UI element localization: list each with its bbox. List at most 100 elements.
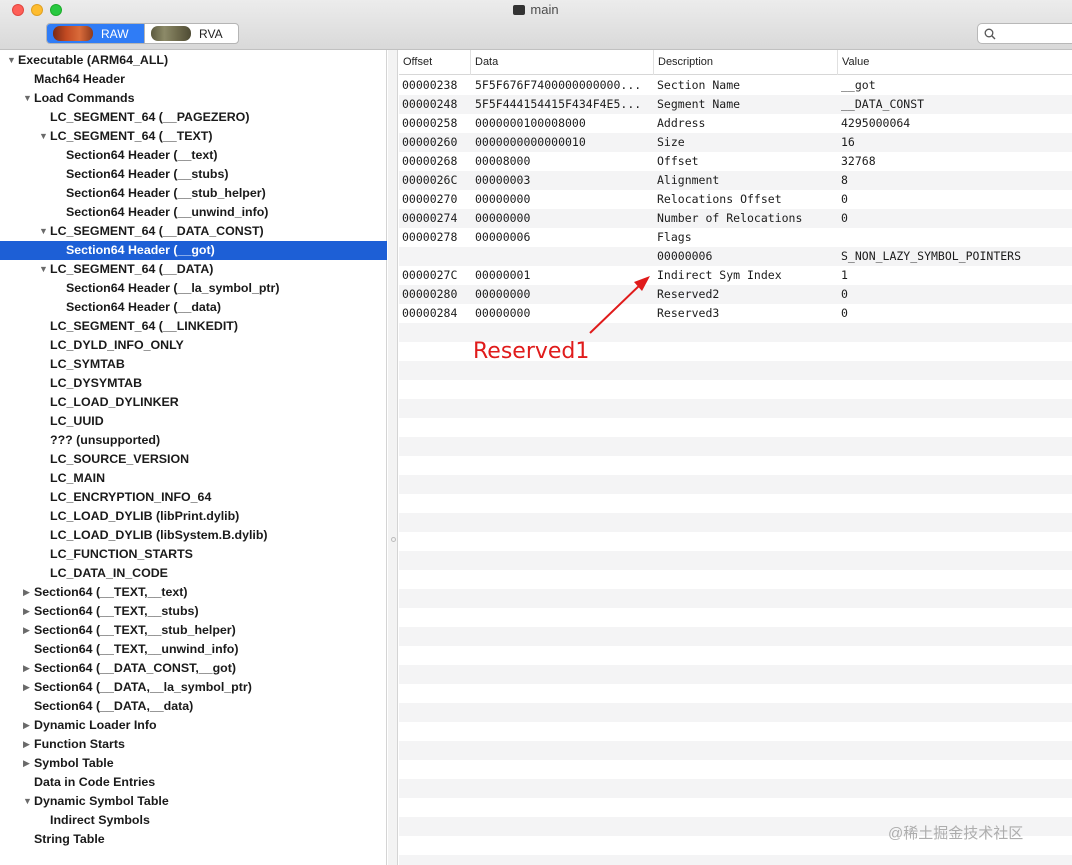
table-row[interactable]: 00000260 0000000000000010 Size 16 <box>399 133 1072 152</box>
tree-item[interactable]: Section64 (__DATA,__data) <box>0 697 387 716</box>
tree-item[interactable]: ??? (unsupported) <box>0 431 387 450</box>
tree-item[interactable]: Mach64 Header <box>0 70 387 89</box>
split-view-divider[interactable] <box>388 50 398 865</box>
tree-item-label: LC_SEGMENT_64 (__LINKEDIT) <box>50 319 238 333</box>
tree-item-label: LC_SEGMENT_64 (__PAGEZERO) <box>50 110 250 124</box>
tree-item[interactable]: LC_DYSYMTAB <box>0 374 387 393</box>
tree-item[interactable]: ▶ Section64 (__TEXT,__stub_helper) <box>0 621 387 640</box>
tree-item[interactable]: Section64 Header (__text) <box>0 146 387 165</box>
tree-item[interactable]: LC_LOAD_DYLIB (libPrint.dylib) <box>0 507 387 526</box>
disclosure-closed-icon[interactable]: ▶ <box>23 583 33 602</box>
rva-mode-icon <box>151 26 191 41</box>
tree-item[interactable]: ▶ Function Starts <box>0 735 387 754</box>
tree-item-label: LC_SEGMENT_64 (__DATA_CONST) <box>50 224 264 238</box>
tree-item[interactable]: ▶ Section64 (__TEXT,__text) <box>0 583 387 602</box>
tree-item-label: Load Commands <box>34 91 135 105</box>
table-row[interactable]: 00000280 00000000 Reserved2 0 <box>399 285 1072 304</box>
tree-item[interactable]: ▶ Section64 (__DATA_CONST,__got) <box>0 659 387 678</box>
tree-item[interactable]: ▶ Symbol Table <box>0 754 387 773</box>
tree-item[interactable]: LC_MAIN <box>0 469 387 488</box>
tree-item[interactable]: ▼ Executable (ARM64_ALL) <box>0 51 387 70</box>
window-title-text: main <box>530 2 559 17</box>
tree-item[interactable]: ▼ Load Commands <box>0 89 387 108</box>
disclosure-open-icon[interactable]: ▼ <box>23 792 33 811</box>
tree-item[interactable]: LC_LOAD_DYLIB (libSystem.B.dylib) <box>0 526 387 545</box>
column-header-value[interactable]: Value <box>838 50 1072 75</box>
tree-item[interactable]: LC_SEGMENT_64 (__LINKEDIT) <box>0 317 387 336</box>
table-row[interactable]: 00000284 00000000 Reserved3 0 <box>399 304 1072 323</box>
tree-item[interactable]: String Table <box>0 830 387 849</box>
tree-item-label: Symbol Table <box>34 756 114 770</box>
disclosure-closed-icon[interactable]: ▶ <box>23 621 33 640</box>
tree-item[interactable]: LC_LOAD_DYLINKER <box>0 393 387 412</box>
table-row[interactable]: 00000248 5F5F444154415F434F4E5... Segment … <box>399 95 1072 114</box>
disclosure-open-icon[interactable]: ▼ <box>7 51 17 70</box>
cell-value: 0 <box>841 192 848 206</box>
table-row[interactable]: 00000270 00000000 Relocations Offset 0 <box>399 190 1072 209</box>
cell-description: Segment Name <box>657 97 741 111</box>
cell-description: 00000006 <box>657 249 713 263</box>
rva-mode-button[interactable]: RVA <box>144 24 238 43</box>
tree-item[interactable]: Section64 Header (__unwind_info) <box>0 203 387 222</box>
tree-item[interactable]: LC_SYMTAB <box>0 355 387 374</box>
disclosure-open-icon[interactable]: ▼ <box>39 222 49 241</box>
tree-item[interactable]: LC_SOURCE_VERSION <box>0 450 387 469</box>
tree-item[interactable]: Section64 Header (__stubs) <box>0 165 387 184</box>
tree-item-label: LC_SEGMENT_64 (__DATA) <box>50 262 214 276</box>
table-row[interactable]: 0000027C 00000001 Indirect Sym Index 1 <box>399 266 1072 285</box>
tree-item[interactable]: Section64 Header (__data) <box>0 298 387 317</box>
column-header-offset[interactable]: Offset <box>399 50 471 75</box>
tree-item[interactable]: Section64 (__TEXT,__unwind_info) <box>0 640 387 659</box>
divider-handle-icon[interactable] <box>391 537 396 542</box>
table-row[interactable]: 00000278 00000006 Flags <box>399 228 1072 247</box>
tree-item-label: Dynamic Loader Info <box>34 718 157 732</box>
table-row[interactable]: 00000268 00008000 Offset 32768 <box>399 152 1072 171</box>
raw-mode-button[interactable]: RAW <box>47 24 144 43</box>
tree-item[interactable]: ▼ LC_SEGMENT_64 (__DATA) <box>0 260 387 279</box>
tree-item[interactable]: ▶ Section64 (__TEXT,__stubs) <box>0 602 387 621</box>
disclosure-closed-icon[interactable]: ▶ <box>23 716 33 735</box>
cell-description: Number of Relocations <box>657 211 803 225</box>
tree-item[interactable]: Section64 Header (__la_symbol_ptr) <box>0 279 387 298</box>
table-row[interactable]: 0000026C 00000003 Alignment 8 <box>399 171 1072 190</box>
cell-value: __got <box>841 78 876 92</box>
tree-item[interactable]: ▶ Section64 (__DATA,__la_symbol_ptr) <box>0 678 387 697</box>
tree-item[interactable]: ▼ LC_SEGMENT_64 (__DATA_CONST) <box>0 222 387 241</box>
terminal-icon <box>513 5 526 15</box>
disclosure-closed-icon[interactable]: ▶ <box>23 659 33 678</box>
tree-item-label: ??? (unsupported) <box>50 433 161 447</box>
tree-item[interactable]: LC_ENCRYPTION_INFO_64 <box>0 488 387 507</box>
column-header-description[interactable]: Description <box>654 50 838 75</box>
table-row[interactable]: 00000238 5F5F676F7400000000000... Section … <box>399 76 1072 95</box>
tree-item-label: Mach64 Header <box>34 72 125 86</box>
tree-item[interactable]: LC_UUID <box>0 412 387 431</box>
tree-item-label: LC_UUID <box>50 414 104 428</box>
search-input[interactable] <box>977 23 1072 44</box>
disclosure-open-icon[interactable]: ▼ <box>39 127 49 146</box>
table-row[interactable]: 00000274 00000000 Number of Relocations 0 <box>399 209 1072 228</box>
tree-item[interactable]: Data in Code Entries <box>0 773 387 792</box>
tree-item[interactable]: Section64 Header (__stub_helper) <box>0 184 387 203</box>
disclosure-closed-icon[interactable]: ▶ <box>23 735 33 754</box>
disclosure-closed-icon[interactable]: ▶ <box>23 602 33 621</box>
cell-data: 00000000 <box>475 306 531 320</box>
tree-item[interactable]: Section64 Header (__got) <box>0 241 387 260</box>
tree-item[interactable]: ▼ LC_SEGMENT_64 (__TEXT) <box>0 127 387 146</box>
tree-item[interactable]: Indirect Symbols <box>0 811 387 830</box>
disclosure-closed-icon[interactable]: ▶ <box>23 678 33 697</box>
disclosure-closed-icon[interactable]: ▶ <box>23 754 33 773</box>
disclosure-open-icon[interactable]: ▼ <box>23 89 33 108</box>
disclosure-open-icon[interactable]: ▼ <box>39 260 49 279</box>
cell-data: 00000006 <box>475 230 531 244</box>
tree-item[interactable]: LC_DYLD_INFO_ONLY <box>0 336 387 355</box>
tree-item[interactable]: LC_SEGMENT_64 (__PAGEZERO) <box>0 108 387 127</box>
tree-item[interactable]: LC_DATA_IN_CODE <box>0 564 387 583</box>
tree-item[interactable]: LC_FUNCTION_STARTS <box>0 545 387 564</box>
tree-item[interactable]: ▶ Dynamic Loader Info <box>0 716 387 735</box>
search-icon <box>984 28 996 40</box>
tree-item[interactable]: ▼ Dynamic Symbol Table <box>0 792 387 811</box>
column-header-data[interactable]: Data <box>471 50 654 75</box>
cell-data: 5F5F676F7400000000000... <box>475 78 642 92</box>
table-row[interactable]: 00000258 0000000100008000 Address 429500006… <box>399 114 1072 133</box>
table-row[interactable]: 00000006 S_NON_LAZY_SYMBOL_POINTERS <box>399 247 1072 266</box>
